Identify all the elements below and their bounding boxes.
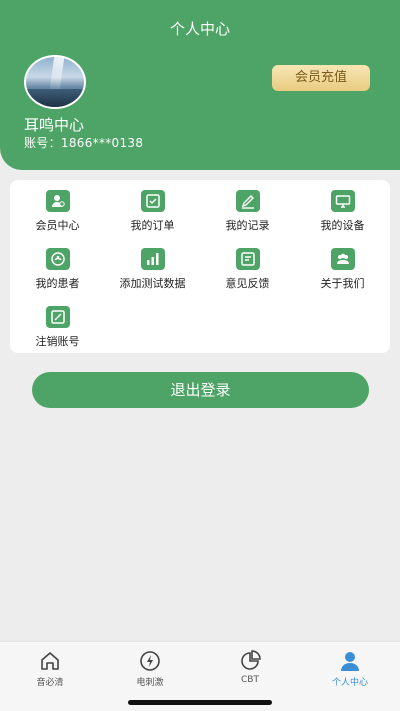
menu-item-my-patients[interactable]: 我的患者 (10, 248, 105, 298)
account-number: 账号：1866***0138 (24, 136, 144, 150)
pie-chart-icon (241, 650, 261, 670)
menu-item-feedback[interactable]: 意见反馈 (200, 248, 295, 298)
tab-personal-center[interactable]: 个人中心 (300, 650, 400, 688)
profile-header: 个人中心 耳鸣中心 账号：1866***0138 会员充值 (0, 0, 400, 170)
menu-item-my-records[interactable]: 我的记录 (200, 190, 295, 240)
menu-item-my-devices[interactable]: 我的设备 (295, 190, 390, 240)
tab-yinbiqing[interactable]: 音必清 (0, 650, 100, 688)
tab-electrical-stimulation[interactable]: 电刺激 (100, 650, 200, 688)
about-icon (330, 248, 355, 270)
record-icon (235, 190, 260, 212)
avatar[interactable] (24, 55, 86, 109)
recharge-button[interactable]: 会员充值 (272, 65, 370, 91)
device-icon (330, 190, 355, 212)
user-icon (341, 652, 359, 671)
home-icon (41, 652, 59, 670)
patient-icon (45, 248, 70, 270)
menu-item-my-orders[interactable]: 我的订单 (105, 190, 200, 240)
feedback-icon (235, 248, 260, 270)
member-icon (45, 190, 70, 212)
chart-bars-icon (140, 248, 165, 270)
menu-item-add-test-data[interactable]: 添加测试数据 (105, 248, 200, 298)
home-indicator (128, 700, 272, 705)
cancel-account-icon (45, 306, 70, 328)
menu-item-member-center[interactable]: 会员中心 (10, 190, 105, 240)
logout-button[interactable]: 退出登录 (32, 372, 369, 408)
order-icon (140, 190, 165, 212)
lightning-icon (140, 651, 160, 671)
menu-item-about-us[interactable]: 关于我们 (295, 248, 390, 298)
menu-item-cancel-account[interactable]: 注销账号 (10, 306, 105, 356)
username: 耳鸣中心 (24, 116, 85, 134)
page-title: 个人中心 (169, 20, 230, 38)
function-menu: 会员中心 我的订单 我的记录 我的设备 我的患者 添加测试数据 意见反馈 关于我… (10, 180, 390, 353)
tab-cbt[interactable]: CBT (200, 650, 300, 685)
